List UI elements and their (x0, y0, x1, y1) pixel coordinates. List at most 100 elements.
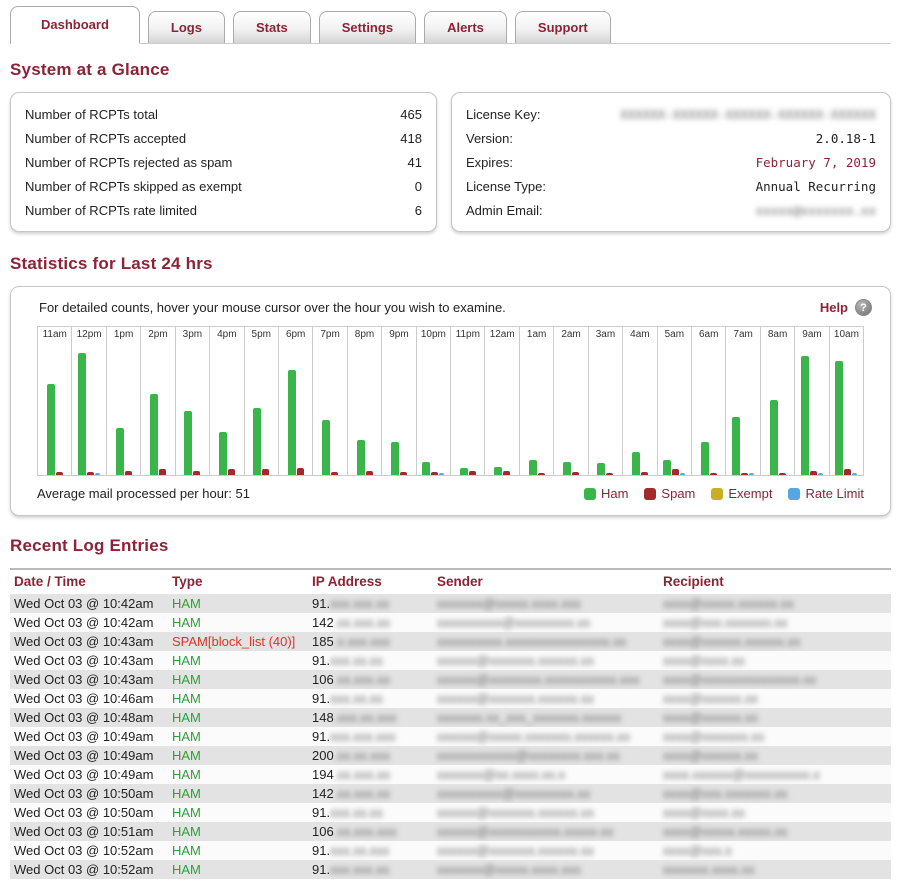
tab-support[interactable]: Support (515, 11, 611, 43)
help-question-icon[interactable]: ? (855, 299, 872, 316)
log-table-row: Wed Oct 03 @ 10:49amHAM194.xx.xxx.xxxxxx… (10, 765, 891, 784)
help-label[interactable]: Help (820, 300, 848, 315)
log-sender-masked: xxxxxx@xxxxxxxxxxx.xxxxx.xx (437, 824, 613, 839)
log-type-cell: HAM (168, 727, 308, 746)
log-sender-cell: xxxxxx@xxxxxxxxxxx.xxxxx.xx (433, 822, 659, 841)
chart-hour-column[interactable]: 12pm (71, 327, 105, 475)
chart-hour-bars (726, 343, 759, 475)
rate-bar (95, 473, 100, 475)
log-type-cell: SPAM[block_list (40)] (168, 632, 308, 651)
license-label: Admin Email: (466, 203, 543, 218)
log-recipient-cell: xxxx@xxxxxx.xx (659, 746, 891, 765)
chart-hour-label: 9am (795, 327, 828, 343)
chart-hour-column[interactable]: 10am (829, 327, 863, 475)
chart-hour-column[interactable]: 1pm (106, 327, 140, 475)
log-type-cell: HAM (168, 708, 308, 727)
chart-hour-column[interactable]: 11am (38, 327, 71, 475)
ham-bar (801, 356, 809, 475)
chart-hour-column[interactable]: 1am (519, 327, 553, 475)
chart-hour-column[interactable]: 2pm (140, 327, 174, 475)
ham-bar (701, 442, 709, 475)
log-ip-cell: 91.xxx.xx.xx (308, 689, 433, 708)
tab-dashboard[interactable]: Dashboard (10, 6, 140, 44)
chart-hour-column[interactable]: 9pm (381, 327, 415, 475)
ham-bar (391, 442, 399, 475)
tab-logs[interactable]: Logs (148, 11, 225, 43)
log-ip-cell: 91.xxx.xx.xx (308, 651, 433, 670)
log-recipient-cell: xxxx@xxxxxx.xx (659, 689, 891, 708)
log-ip-masked: xxx.xx.xx (330, 653, 383, 668)
chart-hour-column[interactable]: 9am (794, 327, 828, 475)
chart-hour-column[interactable]: 8pm (347, 327, 381, 475)
rcpt-stat-label: Number of RCPTs rate limited (25, 203, 197, 218)
chart-hour-column[interactable]: 5am (657, 327, 691, 475)
help-link[interactable]: Help ? (820, 299, 872, 316)
chart-hour-column[interactable]: 10pm (416, 327, 450, 475)
chart-hour-bars (795, 343, 828, 475)
license-row: Expires: February 7, 2019 (466, 150, 876, 174)
rcpt-stat-row: Number of RCPTs skipped as exempt0 (25, 174, 422, 198)
chart-hour-column[interactable]: 6pm (278, 327, 312, 475)
chart-hour-bars (141, 343, 174, 475)
license-info-panel: License Key:XXXXXX-XXXXXX-XXXXXX-XXXXXX-… (451, 92, 891, 232)
log-ip-masked: .x.xxx.xxx (334, 634, 390, 649)
spam-bar (503, 471, 510, 475)
log-type-cell: HAM (168, 860, 308, 879)
log-ip-masked: xxx.xx.xxx (330, 843, 389, 858)
chart-hour-column[interactable]: 2am (553, 327, 587, 475)
spam-bar (572, 472, 579, 475)
chart-hour-bars (176, 343, 209, 475)
chart-hour-bars (313, 343, 346, 475)
average-value: 51 (236, 486, 250, 501)
log-recipient-masked: xxxx@xxx.xxxxxxx.xx (663, 786, 787, 801)
log-table-row: Wed Oct 03 @ 10:42amHAM91.xxx.xxx.xxxxxx… (10, 594, 891, 613)
spam-bar (810, 471, 817, 475)
chart-hour-bars (761, 343, 794, 475)
log-ip-masked: .xx.xxx.xxx (334, 824, 397, 839)
log-column-header: Date / Time (10, 569, 168, 594)
chart-hour-column[interactable]: 7am (725, 327, 759, 475)
log-sender-cell: xxxxxxxxxx.xxxxxxxxxxxxxxxx.xx (433, 632, 659, 651)
chart-hour-column[interactable]: 4am (622, 327, 656, 475)
recent-log-table: Date / TimeTypeIP AddressSenderRecipient… (10, 568, 891, 879)
legend-swatch-icon (584, 488, 596, 500)
chart-hour-column[interactable]: 3am (588, 327, 622, 475)
log-sender-cell: xxxxxx@xxxxx.xxxxxxx.xxxxxx.xx (433, 727, 659, 746)
chart-hour-bars (658, 343, 691, 475)
ham-bar (597, 463, 605, 475)
rate-bar (818, 473, 823, 475)
license-value: February 7, 2019 (756, 155, 876, 170)
spam-bar (469, 471, 476, 475)
tab-settings[interactable]: Settings (319, 11, 416, 43)
chart-hour-label: 6am (692, 327, 725, 343)
log-ip-masked: .xxx.xx.xxx (334, 710, 397, 725)
chart-hour-label: 11am (38, 327, 71, 343)
chart-hour-column[interactable]: 3pm (175, 327, 209, 475)
log-type-cell: HAM (168, 822, 308, 841)
log-datetime-cell: Wed Oct 03 @ 10:42am (10, 613, 168, 632)
tab-alerts[interactable]: Alerts (424, 11, 507, 43)
log-recipient-masked: xxxx@xxxxxx.xxxxxx.xx (663, 634, 800, 649)
log-ip-visible: 91. (312, 805, 330, 820)
license-label: Expires: (466, 155, 513, 170)
rcpt-stat-value: 418 (400, 131, 422, 146)
log-sender-masked: xxxxxxxxxx@xxxxxxxxx.xx (437, 786, 590, 801)
chart-hour-bars (554, 343, 587, 475)
tab-stats[interactable]: Stats (233, 11, 311, 43)
rate-bar (852, 473, 857, 475)
chart-hour-column[interactable]: 4pm (209, 327, 243, 475)
chart-hour-bars (417, 343, 450, 475)
chart-hour-label: 8pm (348, 327, 381, 343)
chart-hour-column[interactable]: 7pm (312, 327, 346, 475)
log-sender-cell: xxxxxx@xxxxxxx.xxxxxx.xx (433, 689, 659, 708)
chart-hour-column[interactable]: 6am (691, 327, 725, 475)
chart-hour-column[interactable]: 11pm (450, 327, 484, 475)
chart-hour-column[interactable]: 5pm (244, 327, 278, 475)
log-sender-cell: xxxxxxxxxx@xxxxxxxxx.xx (433, 613, 659, 632)
chart-hour-bars (520, 343, 553, 475)
log-sender-masked: xxxxxx@xxxxxxxx.xxxxxxxxxxx.xxx (437, 672, 639, 687)
log-recipient-cell: xxxx@xxxx.xx (659, 651, 891, 670)
log-recipient-masked: xxxx@xxxxxx.xx (663, 710, 758, 725)
chart-hour-column[interactable]: 12am (484, 327, 518, 475)
chart-hour-column[interactable]: 8am (760, 327, 794, 475)
